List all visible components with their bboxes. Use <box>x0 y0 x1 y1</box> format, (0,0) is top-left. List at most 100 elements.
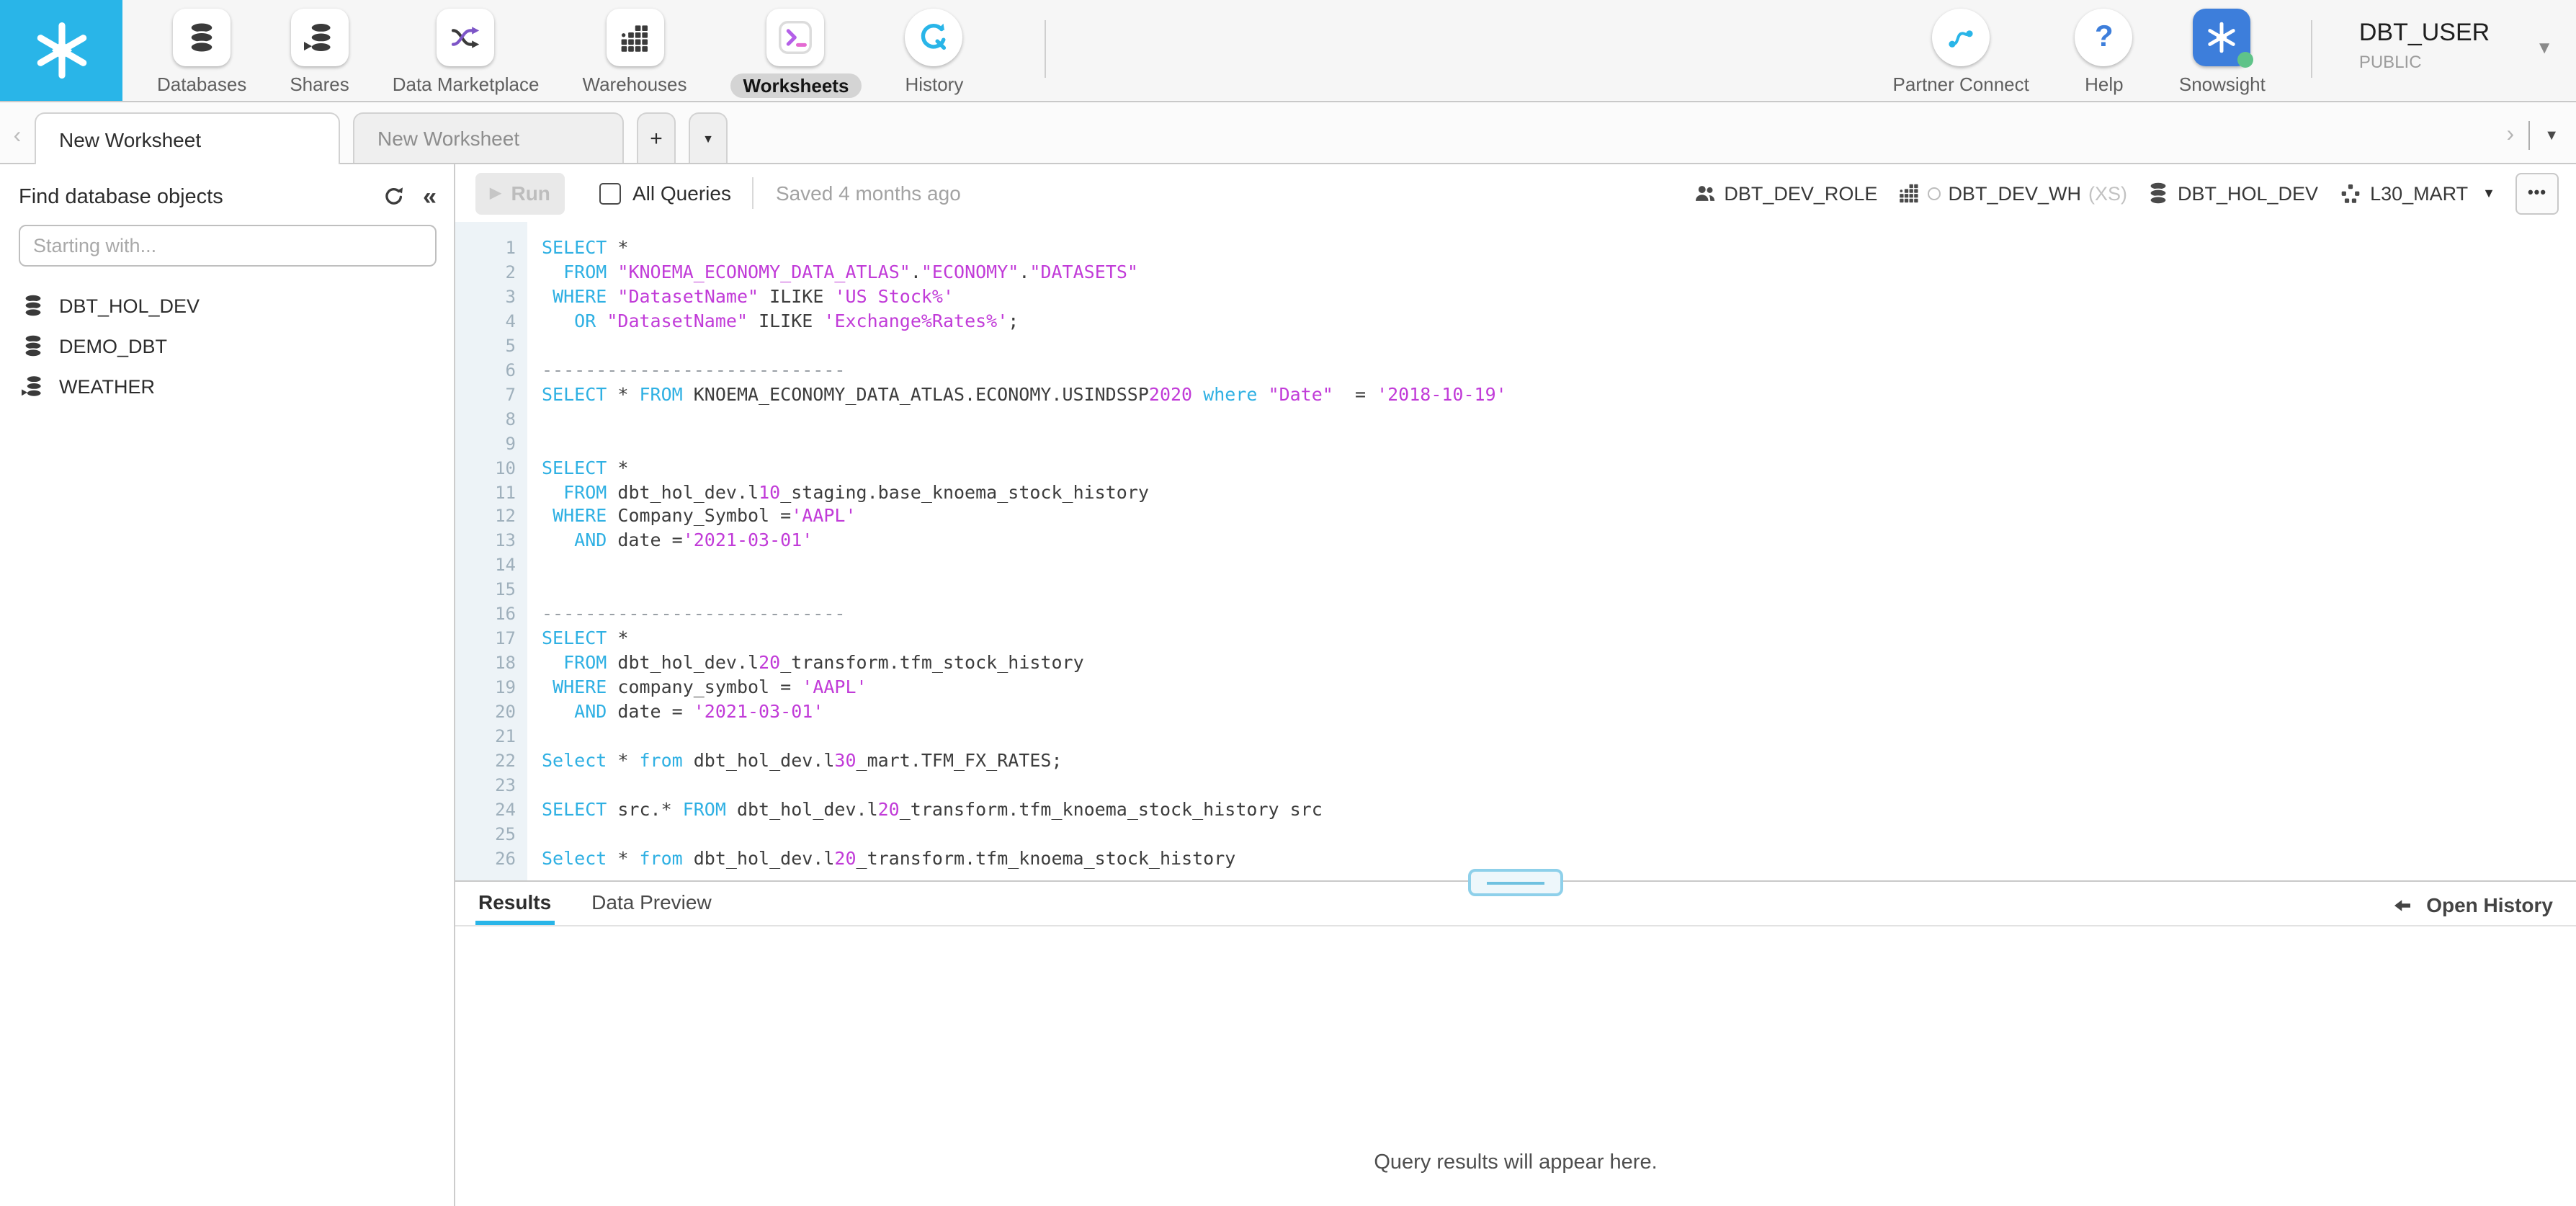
nav-label-help: Help <box>2085 73 2124 95</box>
context-controls: DBT_DEV_ROLE DBT_DEV_WH (XS) DBT_HOL_DEV <box>1692 172 2559 214</box>
warehouse-status-icon <box>1928 187 1941 200</box>
database-sidebar: Find database objects « DBT_HOL_DEV DEMO… <box>0 164 455 1206</box>
tab-scroll-left-icon[interactable]: ‹ <box>0 124 35 163</box>
nav-item-help[interactable]: ? Help <box>2075 0 2133 95</box>
code-line: 18 FROM dbt_hol_dev.l20_transform.tfm_st… <box>495 651 1084 674</box>
worksheet-tab-inactive[interactable]: New Worksheet <box>353 112 624 163</box>
database-search-input[interactable] <box>19 225 437 267</box>
code-line: 20 AND date = '2021-03-01' <box>495 700 824 723</box>
user-role: PUBLIC <box>2358 52 2422 72</box>
warehouse-selector[interactable]: DBT_DEV_WH (XS) <box>1897 182 2127 205</box>
nav-label-shares: Shares <box>290 73 349 95</box>
panel-resize-handle[interactable] <box>1468 869 1563 896</box>
more-options-button[interactable]: ••• <box>2515 172 2559 214</box>
nav-item-history[interactable]: History <box>905 0 963 95</box>
shared-database-icon <box>22 375 43 398</box>
user-menu[interactable]: DBT_USER PUBLIC <box>2359 0 2490 72</box>
tab-scroll-right-icon[interactable]: › <box>2507 122 2515 148</box>
user-name: DBT_USER <box>2358 19 2490 46</box>
sidebar-title: Find database objects <box>19 185 223 208</box>
sql-editor[interactable]: 1 SELECT * 2 FROM "KNOEMA_ECONOMY_DATA_ATL… <box>455 222 2576 880</box>
nav-item-databases[interactable]: Databases <box>157 0 246 95</box>
nav-item-shares[interactable]: Shares <box>290 0 349 95</box>
code-area: 1 SELECT * 2 FROM "KNOEMA_ECONOMY_DATA_ATL… <box>455 222 2576 872</box>
role-label: DBT_DEV_ROLE <box>1724 182 1878 204</box>
worksheet-toolbar: ▶ Run All Queries Saved 4 months ago DBT… <box>455 164 2576 222</box>
snowsight-icon <box>2193 9 2254 68</box>
nav-label-databases: Databases <box>157 73 247 95</box>
code-line: 19 WHERE company_symbol = 'AAPL' <box>495 676 867 698</box>
code-line: 17 SELECT * <box>495 627 629 649</box>
new-worksheet-options-button[interactable]: ▼ <box>689 112 728 163</box>
nav-divider <box>1044 20 1046 78</box>
user-divider <box>2311 20 2313 78</box>
data-marketplace-icon <box>437 9 495 66</box>
database-item-demo-dbt[interactable]: DEMO_DBT <box>19 326 437 366</box>
database-item-dbt-hol-dev[interactable]: DBT_HOL_DEV <box>19 285 437 326</box>
open-history-button[interactable]: Open History <box>2392 893 2553 925</box>
database-icon <box>2150 182 2168 205</box>
code-line: 1 SELECT * <box>505 236 629 258</box>
run-button[interactable]: ▶ Run <box>475 172 565 214</box>
tab-list-caret-icon[interactable]: ▼ <box>2544 128 2559 143</box>
schema-selector[interactable]: L30_MART ▼ <box>2338 181 2495 205</box>
code-line: 12 WHERE Company_Symbol ='AAPL' <box>495 504 857 527</box>
warehouse-icon <box>1900 184 1918 203</box>
nav-item-snowsight[interactable]: Snowsight <box>2179 0 2266 95</box>
nav-item-worksheets[interactable]: Worksheets <box>730 0 862 98</box>
nav-item-warehouses[interactable]: Warehouses <box>583 0 687 95</box>
role-selector[interactable]: DBT_DEV_ROLE <box>1692 181 1877 205</box>
snowsight-status-dot <box>2237 52 2254 68</box>
all-queries-checkbox[interactable] <box>599 182 621 204</box>
tab-data-preview[interactable]: Data Preview <box>591 890 712 925</box>
nav-right-items: Partner Connect ? Help Snowsight DBT_USE… <box>1893 0 2576 101</box>
nav-item-data-marketplace[interactable]: Data Marketplace <box>393 0 540 95</box>
tab-results[interactable]: Results <box>475 890 555 925</box>
nav-label-data-marketplace: Data Marketplace <box>392 73 540 95</box>
open-history-label: Open History <box>2426 893 2553 916</box>
nav-label-partner-connect: Partner Connect <box>1892 73 2029 95</box>
code-line: 13 AND date ='2021-03-01' <box>495 529 813 551</box>
warehouse-size-label: (XS) <box>2088 182 2127 204</box>
snowflake-icon <box>30 19 93 82</box>
nav-item-partner-connect[interactable]: Partner Connect <box>1893 0 2029 95</box>
resize-grip-icon <box>1487 881 1544 884</box>
ellipsis-icon: ••• <box>2527 184 2547 202</box>
worksheet-content: ▶ Run All Queries Saved 4 months ago DBT… <box>455 164 2576 1206</box>
nav-label-snowsight: Snowsight <box>2178 73 2266 95</box>
code-line: 6 ---------------------------- <box>505 358 846 380</box>
code-line: 9 <box>505 433 516 454</box>
database-selector[interactable]: DBT_HOL_DEV <box>2147 182 2318 205</box>
empty-results-message: Query results will appear here. <box>1374 1151 1658 1174</box>
main-area: Find database objects « DBT_HOL_DEV DEMO… <box>0 164 2576 1206</box>
database-icon <box>24 334 43 357</box>
worksheet-tab-strip: ‹ New Worksheet New Worksheet + ▼ › ▼ <box>0 102 2576 164</box>
code-line: 2 FROM "KNOEMA_ECONOMY_DATA_ATLAS"."ECON… <box>505 260 1138 282</box>
nav-label-history: History <box>905 73 964 95</box>
database-item-label: WEATHER <box>59 375 155 397</box>
code-line: 3 WHERE "DatasetName" ILIKE 'US Stock%' <box>505 285 954 307</box>
schema-label: L30_MART <box>2370 182 2469 204</box>
database-icon <box>24 294 43 317</box>
code-line: 24 SELECT src.* FROM dbt_hol_dev.l20_tran… <box>495 798 1323 820</box>
database-item-weather[interactable]: WEATHER <box>19 366 437 406</box>
add-worksheet-button[interactable]: + <box>637 112 676 163</box>
code-line: 7 SELECT * FROM KNOEMA_ECONOMY_DATA_ATLAS… <box>505 383 1507 405</box>
nav-label-worksheets: Worksheets <box>730 73 862 98</box>
code-line: 23 <box>495 774 516 795</box>
database-item-label: DBT_HOL_DEV <box>59 295 200 316</box>
snowflake-logo[interactable] <box>0 0 122 101</box>
nav-label-warehouses: Warehouses <box>582 73 687 95</box>
databases-icon <box>173 9 231 66</box>
code-line: 5 <box>505 335 516 356</box>
refresh-icon[interactable] <box>383 186 404 207</box>
database-list: DBT_HOL_DEV DEMO_DBT WEATHER <box>19 285 437 406</box>
worksheet-tab-active[interactable]: New Worksheet <box>35 112 340 164</box>
play-icon: ▶ <box>490 185 501 201</box>
collapse-sidebar-icon[interactable]: « <box>423 184 437 209</box>
warehouse-label: DBT_DEV_WH <box>1948 182 2081 204</box>
saved-status: Saved 4 months ago <box>775 182 961 205</box>
active-tab-underline <box>475 921 555 925</box>
user-menu-caret-icon[interactable]: ▼ <box>2536 37 2553 58</box>
role-icon <box>1695 185 1714 200</box>
